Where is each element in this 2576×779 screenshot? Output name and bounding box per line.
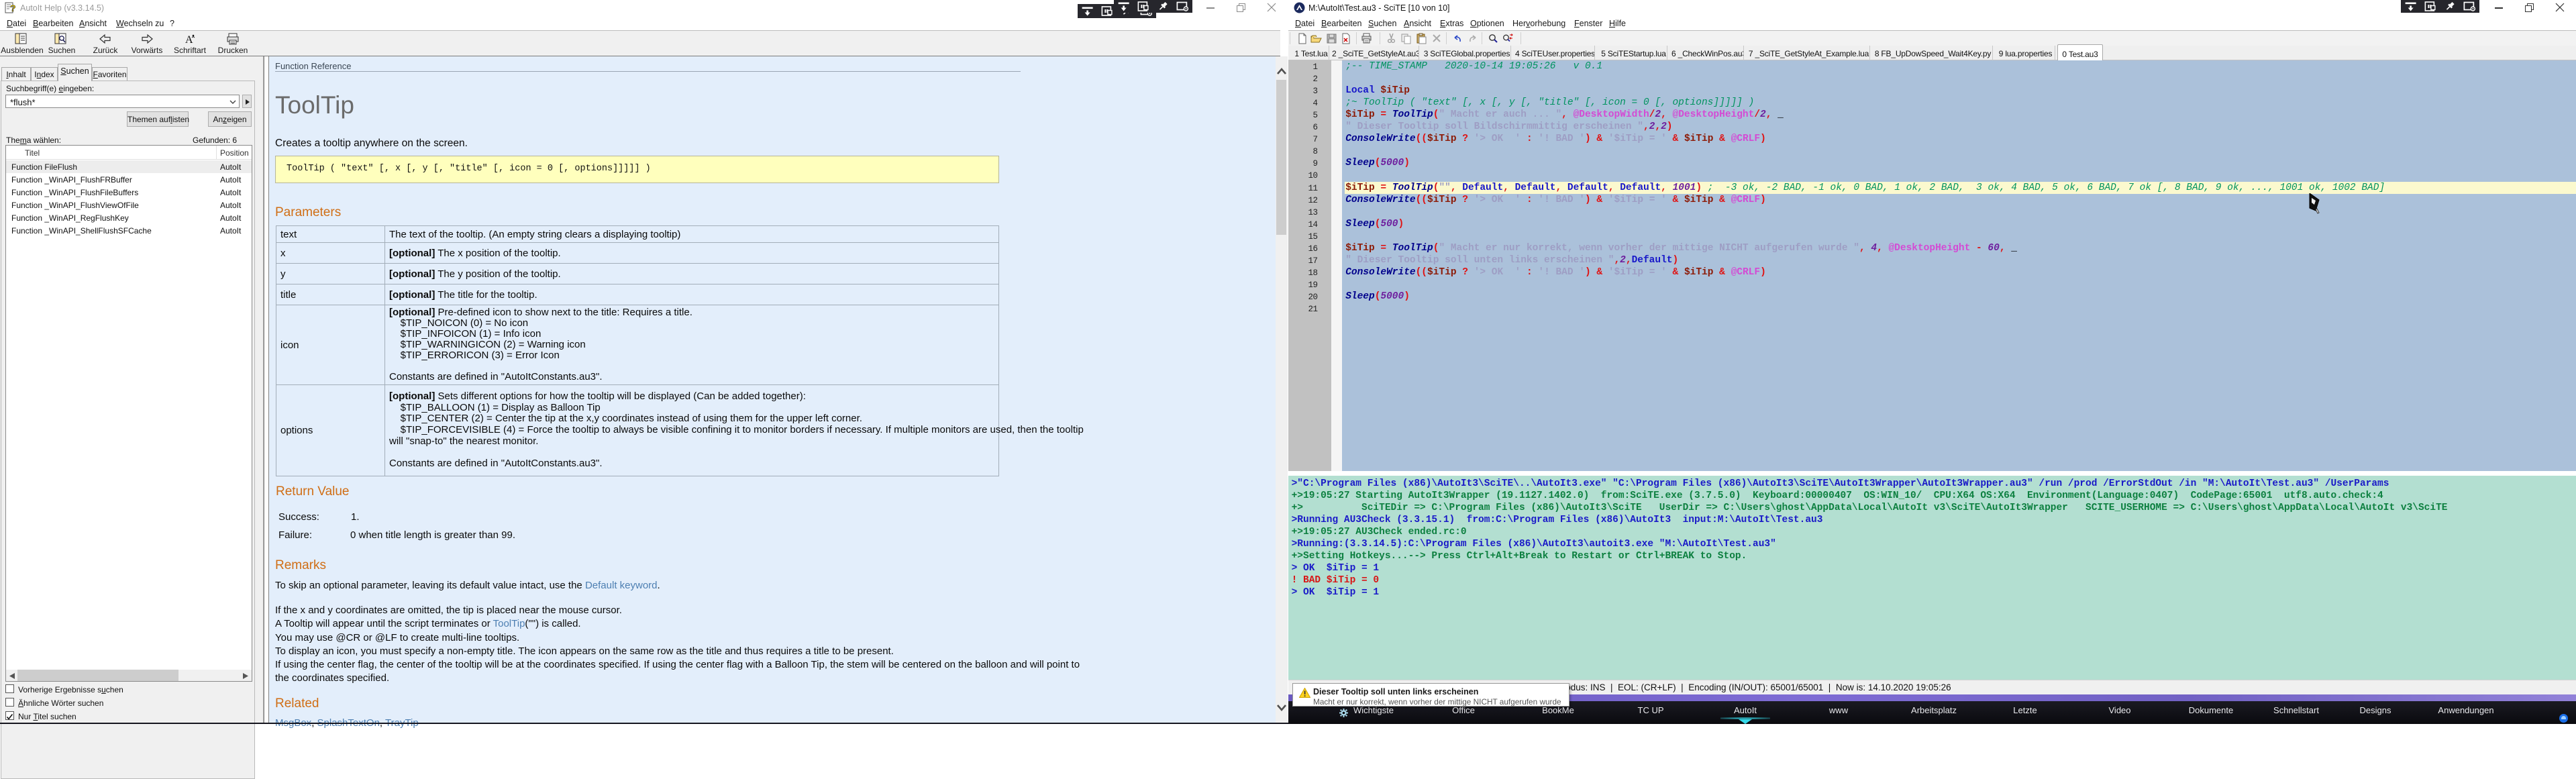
svg-text:A: A bbox=[185, 34, 193, 46]
svg-text:?: ? bbox=[10, 3, 16, 13]
